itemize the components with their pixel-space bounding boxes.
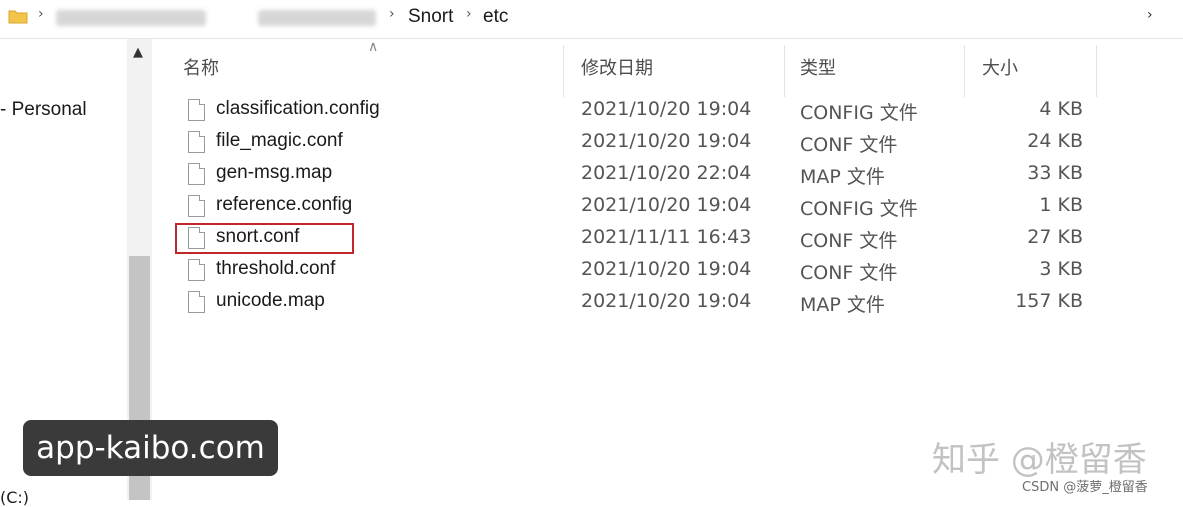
file-size: 157 KB <box>1015 290 1083 312</box>
file-size: 1 KB <box>1039 194 1083 216</box>
breadcrumb-blurred <box>258 10 376 26</box>
column-header-modified[interactable]: 修改日期 <box>581 54 653 80</box>
file-name[interactable]: file_magic.conf <box>216 130 343 152</box>
watermark-zhihu: 知乎 @橙留香 <box>932 440 1147 480</box>
nav-item-drive-c[interactable]: (C:) <box>0 488 29 507</box>
file-name[interactable]: reference.config <box>216 194 352 216</box>
file-type: MAP 文件 <box>800 166 885 188</box>
file-type: CONFIG 文件 <box>800 102 918 124</box>
file-icon <box>188 131 205 153</box>
file-type: CONF 文件 <box>800 230 898 252</box>
file-modified: 2021/10/20 19:04 <box>581 98 752 120</box>
address-bar[interactable]: › › Snort › etc › <box>0 0 1183 39</box>
chevron-right-icon[interactable]: › <box>389 6 395 22</box>
folder-icon <box>8 10 28 24</box>
watermark-csdn: CSDN @菠萝_橙留香 <box>1022 480 1148 495</box>
table-row[interactable]: file_magic.conf 2021/10/20 19:04 CONF 文件… <box>152 127 1112 159</box>
file-size: 27 KB <box>1027 226 1083 248</box>
file-type: CONF 文件 <box>800 134 898 156</box>
file-modified: 2021/10/20 22:04 <box>581 162 752 184</box>
breadcrumb-blurred <box>56 10 206 26</box>
file-name[interactable]: unicode.map <box>216 290 325 312</box>
file-icon <box>188 227 205 249</box>
table-row[interactable]: classification.config 2021/10/20 19:04 C… <box>152 95 1112 127</box>
scroll-up-icon[interactable]: ▲ <box>133 45 143 60</box>
chevron-right-icon[interactable]: › <box>466 6 472 22</box>
table-row[interactable]: threshold.conf 2021/10/20 19:04 CONF 文件 … <box>152 255 1112 287</box>
column-header-size[interactable]: 大小 <box>982 54 1018 80</box>
file-icon <box>188 259 205 281</box>
file-modified: 2021/11/11 16:43 <box>581 226 752 248</box>
file-modified: 2021/10/20 19:04 <box>581 194 752 216</box>
table-row[interactable]: reference.config 2021/10/20 19:04 CONFIG… <box>152 191 1112 223</box>
column-divider[interactable] <box>563 45 564 97</box>
chevron-right-icon[interactable]: › <box>38 6 44 22</box>
table-row[interactable]: snort.conf 2021/11/11 16:43 CONF 文件 27 K… <box>152 223 1112 255</box>
file-modified: 2021/10/20 19:04 <box>581 258 752 280</box>
column-header-name[interactable]: 名称 <box>183 54 219 80</box>
file-type: MAP 文件 <box>800 294 885 316</box>
file-icon <box>188 99 205 121</box>
file-name[interactable]: gen-msg.map <box>216 162 332 184</box>
sort-ascending-icon: ∧ <box>368 39 379 55</box>
file-modified: 2021/10/20 19:04 <box>581 290 752 312</box>
file-name[interactable]: threshold.conf <box>216 258 335 280</box>
file-icon <box>188 163 205 185</box>
file-modified: 2021/10/20 19:04 <box>581 130 752 152</box>
file-type: CONF 文件 <box>800 262 898 284</box>
column-header-type[interactable]: 类型 <box>800 54 836 80</box>
file-size: 24 KB <box>1027 130 1083 152</box>
file-size: 4 KB <box>1039 98 1083 120</box>
breadcrumb-snort[interactable]: Snort <box>408 6 453 28</box>
nav-item-personal[interactable]: - Personal <box>0 99 87 121</box>
column-divider[interactable] <box>1096 45 1097 97</box>
file-icon <box>188 291 205 313</box>
file-type: CONFIG 文件 <box>800 198 918 220</box>
file-icon <box>188 195 205 217</box>
file-name[interactable]: snort.conf <box>216 226 299 248</box>
file-list: ∧ 名称 修改日期 类型 大小 classification.config 20… <box>152 39 1183 500</box>
breadcrumb-etc[interactable]: etc <box>483 6 508 28</box>
table-row[interactable]: unicode.map 2021/10/20 19:04 MAP 文件 157 … <box>152 287 1112 319</box>
watermark-site: app-kaibo.com <box>23 420 278 476</box>
file-size: 3 KB <box>1039 258 1083 280</box>
chevron-right-icon[interactable]: › <box>1147 7 1153 23</box>
file-name[interactable]: classification.config <box>216 98 380 120</box>
column-divider[interactable] <box>784 45 785 97</box>
table-row[interactable]: gen-msg.map 2021/10/20 22:04 MAP 文件 33 K… <box>152 159 1112 191</box>
file-size: 33 KB <box>1027 162 1083 184</box>
column-divider[interactable] <box>964 45 965 97</box>
